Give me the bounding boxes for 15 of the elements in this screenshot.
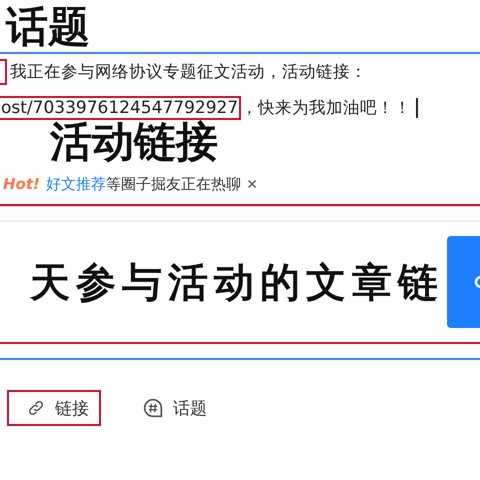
link-button[interactable] [447,236,480,328]
heading: 活动链接 [48,120,219,164]
text-cursor [416,98,418,118]
hot-label: Hot! [3,175,40,193]
heading: 天参与活动的文章链 [28,258,444,308]
recommend-link[interactable]: 好文推荐 [46,174,106,194]
hashtag-bubble-icon [143,398,163,418]
heading: 话题 [4,1,91,52]
toolbar-button[interactable]: 链接 [7,390,101,426]
close-button[interactable]: × [240,174,258,194]
paragraph-text: 我正在参与网络协议专题征文活动，活动链接： [10,61,367,83]
annotation-box [0,59,7,85]
link-text[interactable]: ost/7033976124547792927 [0,96,242,120]
tip-text: 等圈子掘友正在热聊 [106,174,241,194]
paragraph-text: ，快来为我加油吧！！ [241,97,412,119]
